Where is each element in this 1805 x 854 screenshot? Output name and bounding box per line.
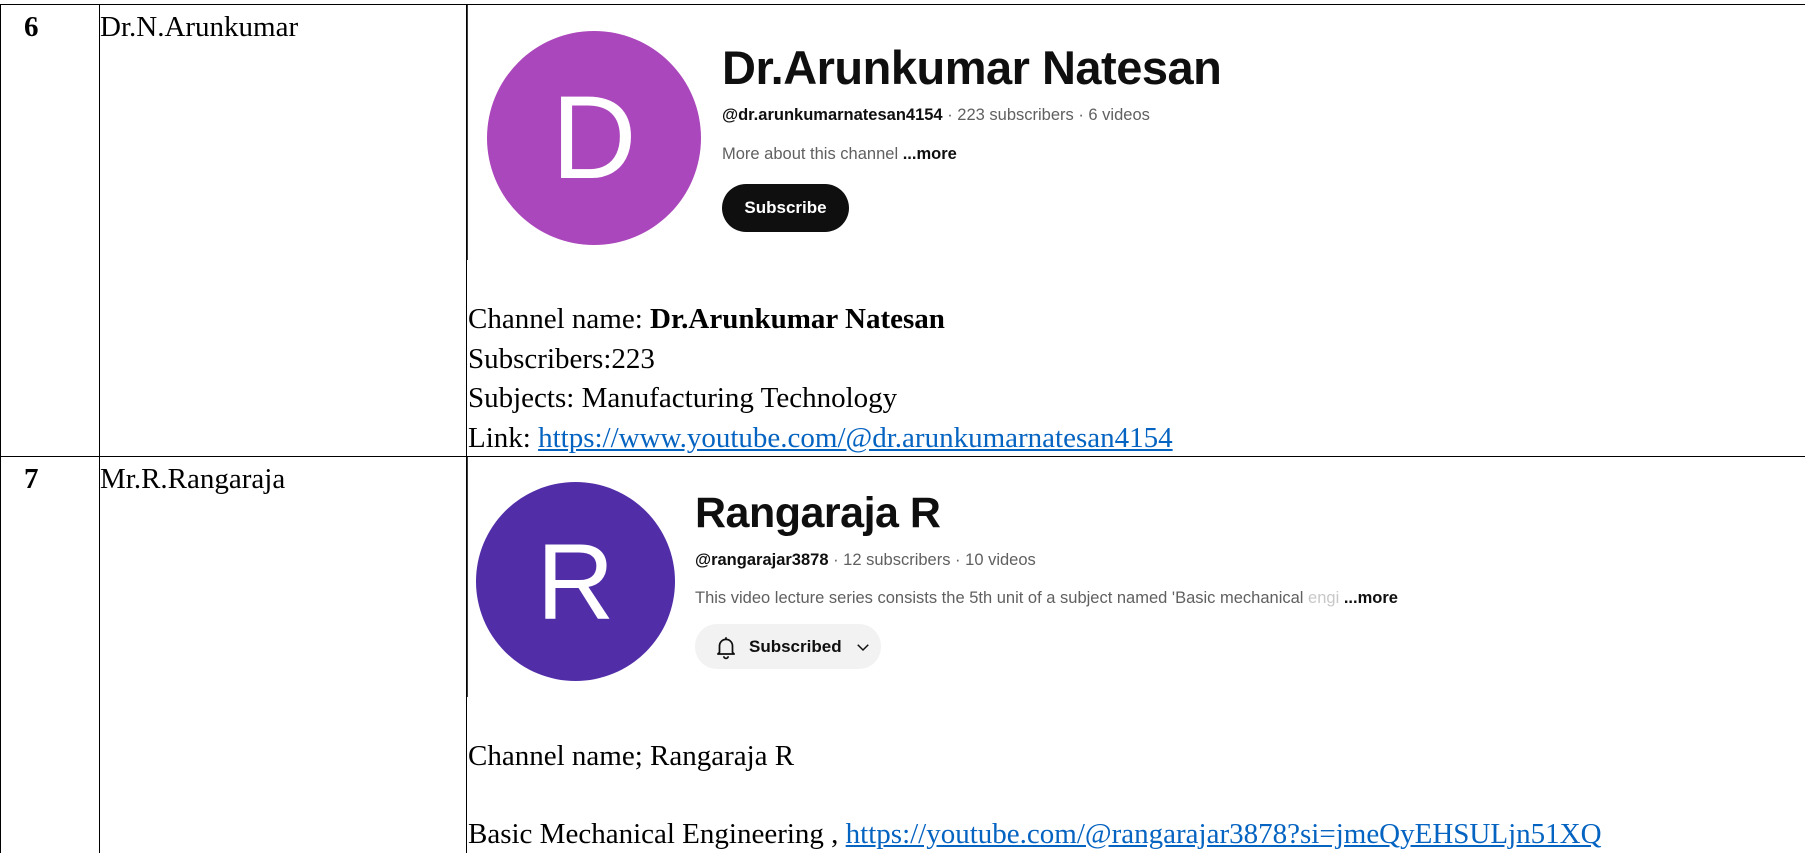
- channel-avatar[interactable]: D: [487, 31, 701, 245]
- channel-link[interactable]: https://www.youtube.com/@dr.arunkumarnat…: [538, 422, 1173, 454]
- subscribe-button[interactable]: Subscribe: [722, 184, 849, 232]
- avatar-letter: D: [551, 70, 636, 206]
- subjects-line: Subjects: Manufacturing Technology: [468, 379, 1173, 419]
- avatar-letter: R: [537, 519, 615, 644]
- more-link[interactable]: ...more: [903, 145, 957, 163]
- channel-name-line: Channel name: Dr.Arunkumar Natesan: [468, 300, 1173, 340]
- link-line: Link: https://www.youtube.com/@dr.arunku…: [468, 419, 1173, 459]
- subscribers-line: Subscribers:223: [468, 340, 1173, 380]
- description-text: More about this channel: [722, 145, 898, 163]
- channel-name-line: Channel name; Rangaraja R: [468, 737, 1602, 777]
- row-number: 7: [24, 461, 39, 497]
- channel-description: This video lecture series consists the 5…: [695, 589, 1398, 608]
- subscribe-button-label: Subscribe: [744, 198, 826, 218]
- channel-meta: @rangarajar3878 · 12 subscribers · 10 vi…: [695, 551, 1036, 570]
- faculty-name: Dr.N.Arunkumar: [100, 9, 298, 45]
- link-label: Basic Mechanical Engineering ,: [468, 818, 846, 850]
- screenshot-edge: [467, 457, 468, 697]
- description-text: This video lecture series consists the 5…: [695, 589, 1308, 607]
- channel-stats: · 12 subscribers · 10 videos: [829, 551, 1036, 569]
- channel-card: R Rangaraja R @rangarajar3878 · 12 subsc…: [467, 457, 1805, 697]
- channel-title: Dr.Arunkumar Natesan: [722, 40, 1221, 95]
- channel-meta: @dr.arunkumarnatesan4154 · 223 subscribe…: [722, 106, 1150, 125]
- link-line: Basic Mechanical Engineering , https://y…: [468, 815, 1602, 854]
- channel-link[interactable]: https://youtube.com/@rangarajar3878?si=j…: [846, 818, 1602, 850]
- screenshot-edge: [467, 5, 468, 260]
- description-faded: engi: [1308, 589, 1339, 607]
- chevron-down-icon: [854, 638, 872, 656]
- channel-stats: · 223 subscribers · 6 videos: [943, 106, 1150, 124]
- bell-icon: [713, 634, 739, 660]
- channel-name-value: Dr.Arunkumar Natesan: [650, 303, 945, 335]
- subscribed-button-label: Subscribed: [749, 637, 842, 657]
- subscribed-button[interactable]: Subscribed: [695, 624, 881, 669]
- column-divider-1: [99, 4, 100, 853]
- channel-handle[interactable]: @rangarajar3878: [695, 551, 829, 569]
- channel-name-label: Channel name:: [468, 303, 650, 335]
- channel-title: Rangaraja R: [695, 489, 940, 538]
- channel-info: Channel name; Rangaraja R Basic Mechanic…: [468, 737, 1602, 854]
- faculty-name: Mr.R.Rangaraja: [100, 461, 285, 497]
- channel-handle[interactable]: @dr.arunkumarnatesan4154: [722, 106, 943, 124]
- row-number: 6: [24, 9, 39, 45]
- channel-avatar[interactable]: R: [476, 482, 675, 681]
- channel-description: More about this channel ...more: [722, 145, 957, 164]
- channel-info: Channel name: Dr.Arunkumar Natesan Subsc…: [468, 300, 1173, 458]
- channel-card: D Dr.Arunkumar Natesan @dr.arunkumarnate…: [467, 5, 1805, 260]
- more-link[interactable]: ...more: [1344, 589, 1398, 607]
- table-left-border: [0, 4, 1, 853]
- link-label: Link:: [468, 422, 538, 454]
